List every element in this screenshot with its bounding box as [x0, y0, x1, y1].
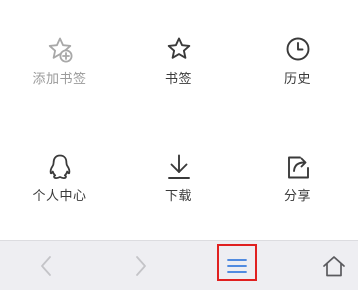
history-label: 历史	[283, 72, 311, 87]
qq-penguin-icon	[49, 154, 70, 179]
share-item[interactable]: 分享	[238, 153, 357, 233]
share-label: 分享	[283, 189, 311, 204]
chevron-right-icon	[136, 255, 146, 276]
add-bookmark-item[interactable]: 添加书签	[0, 36, 119, 116]
menu-grid: 添加书签 书签 历史 个人中心 下载 分享	[0, 0, 358, 240]
back-button[interactable]	[16, 241, 76, 290]
bookmarks-item[interactable]: 书签	[119, 36, 238, 116]
profile-item[interactable]: 个人中心	[0, 153, 119, 233]
downloads-label: 下载	[164, 189, 192, 204]
profile-label: 个人中心	[32, 189, 87, 204]
forward-button[interactable]	[111, 241, 171, 290]
bottom-toolbar	[0, 240, 358, 290]
add-bookmark-label: 添加书签	[32, 72, 87, 87]
download-icon	[167, 154, 190, 179]
clock-icon	[286, 37, 309, 61]
star-plus-icon	[48, 37, 72, 63]
share-icon	[287, 156, 309, 179]
hamburger-menu-icon	[227, 258, 247, 273]
bookmarks-label: 书签	[164, 72, 192, 87]
home-icon	[323, 255, 345, 276]
browser-menu-screen: 添加书签 书签 历史 个人中心 下载 分享	[0, 0, 358, 290]
star-icon	[167, 37, 190, 59]
home-button[interactable]	[304, 241, 358, 290]
chevron-left-icon	[41, 255, 51, 276]
downloads-item[interactable]: 下载	[119, 153, 238, 233]
menu-button[interactable]	[207, 241, 267, 290]
history-item[interactable]: 历史	[238, 36, 357, 116]
